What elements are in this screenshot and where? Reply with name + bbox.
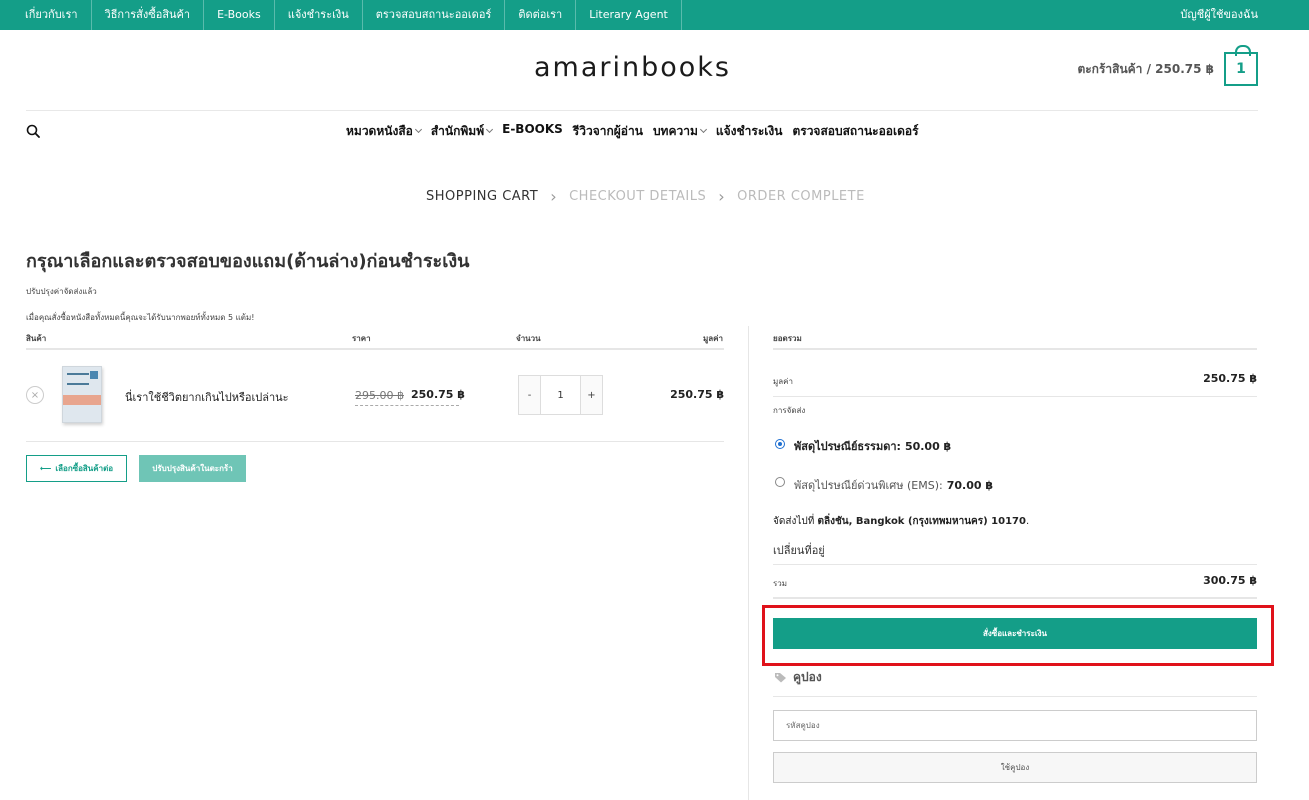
header-cart[interactable]: ตะกร้าสินค้า / 250.75 ฿ 1: [1077, 45, 1258, 86]
shipping-label: การจัดส่ง: [773, 406, 806, 415]
nav-label: บทความ: [652, 124, 698, 138]
shipping-option-standard[interactable]: พัสดุไปรษณีย์ธรรมดา: 50.00 ฿: [794, 437, 951, 455]
cart-bag-icon[interactable]: 1: [1224, 45, 1258, 86]
column-divider: [748, 326, 749, 800]
cart-label: ตะกร้าสินค้า / 250.75 ฿: [1077, 61, 1214, 76]
col-header-price: ราคา: [352, 334, 371, 343]
subtotal-value: 250.75 ฿: [1203, 372, 1257, 385]
col-header-qty: จำนวน: [516, 334, 541, 343]
nav-reader-reviews[interactable]: รีวิวจากผู้อ่าน: [573, 122, 643, 141]
points-notice: เมื่อคุณสั่งซื้อหนังสือทั้งหมดนี้คุณจะได…: [26, 313, 255, 322]
tag-icon: [775, 673, 786, 683]
apply-coupon-button[interactable]: ใช้คูปอง: [773, 752, 1257, 783]
proceed-to-checkout-button[interactable]: สั่งซื้อและชำระเงิน: [773, 618, 1257, 649]
top-nav-literary-agent[interactable]: Literary Agent: [576, 0, 682, 30]
chevron-down-icon: [414, 125, 422, 134]
coupon-divider: [773, 696, 1257, 697]
shipping-option-label: พัสดุไปรษณีย์ด่วนพิเศษ (EMS):: [794, 479, 943, 492]
cover-illustration: [63, 395, 101, 405]
shipping-option-label: พัสดุไปรษณีย์ธรรมดา:: [794, 440, 901, 453]
search-icon[interactable]: [26, 124, 40, 138]
product-thumbnail[interactable]: [62, 366, 102, 423]
cart-count: 1: [1236, 61, 1246, 77]
shipping-option-standard-radio[interactable]: [775, 439, 785, 449]
arrow-left-icon: ⟵: [39, 464, 52, 473]
cover-title-art: [67, 373, 89, 385]
nav-label: สำนักพิมพ์: [430, 124, 485, 138]
nav-publishers[interactable]: สำนักพิมพ์: [430, 122, 494, 141]
step-shopping-cart[interactable]: SHOPPING CART: [426, 189, 538, 204]
shipping-option-ems-radio[interactable]: [775, 477, 785, 487]
quantity-stepper: - +: [518, 375, 603, 415]
cover-tag-art: [90, 371, 98, 379]
update-cart-button[interactable]: ปรับปรุงสินค้าในตะกร้า: [139, 455, 246, 482]
header-divider: [26, 110, 1258, 111]
qty-input[interactable]: [541, 376, 580, 414]
table-row-divider: [26, 441, 724, 442]
coupon-heading: คูปอง: [774, 668, 822, 687]
top-nav-how-to-order[interactable]: วิธีการสั่งซื้อสินค้า: [92, 0, 205, 30]
nav-label: หมวดหนังสือ: [346, 124, 413, 138]
total-value: 300.75 ฿: [1203, 574, 1257, 587]
my-account-link[interactable]: บัญชีผู้ใช้ของฉัน: [1180, 0, 1258, 30]
nav-book-categories[interactable]: หมวดหนังสือ: [346, 122, 422, 141]
ship-to-address: ตลิ่งชัน, Bangkok (กรุงเทพมหานคร) 10170: [817, 516, 1026, 527]
subtotal-divider: [773, 396, 1257, 397]
top-nav-payment-notify[interactable]: แจ้งชำระเงิน: [275, 0, 363, 30]
chevron-down-icon: [699, 125, 707, 134]
chevron-down-icon: [486, 125, 494, 134]
top-nav: เกี่ยวกับเรา วิธีการสั่งซื้อสินค้า E-Boo…: [12, 0, 682, 30]
product-name-link[interactable]: นี่เราใช้ชีวิตยากเกินไปหรือเปล่านะ: [125, 388, 289, 406]
price-sale: 250.75 ฿: [411, 388, 465, 401]
chevron-right-icon: ›: [550, 187, 558, 206]
change-address-link[interactable]: เปลี่ยนที่อยู่: [773, 541, 825, 559]
subtotal-label: มูลค่า: [773, 377, 794, 386]
main-nav: หมวดหนังสือ สำนักพิมพ์ E-BOOKS รีวิวจากผ…: [346, 122, 919, 141]
qty-decrease-button[interactable]: -: [519, 376, 541, 414]
col-header-subtotal: มูลค่า: [703, 334, 724, 343]
site-logo[interactable]: amarinbooks: [534, 52, 731, 83]
shipping-divider: [773, 564, 1257, 565]
ship-to-suffix: .: [1025, 516, 1030, 527]
cart-totals-heading: ยอดรวม: [773, 334, 802, 343]
shipping-destination: จัดส่งไปที่ ตลิ่งชัน, Bangkok (กรุงเทพมห…: [773, 514, 1029, 529]
price-underline: [355, 405, 459, 406]
line-subtotal: 250.75 ฿: [670, 388, 724, 401]
total-divider: [773, 597, 1257, 599]
chevron-right-icon: ›: [718, 187, 726, 206]
top-nav-order-status[interactable]: ตรวจสอบสถานะออเดอร์: [363, 0, 506, 30]
shipping-option-price: 70.00 ฿: [946, 479, 994, 492]
ship-to-prefix: จัดส่งไปที่: [773, 516, 815, 527]
top-bar: เกี่ยวกับเรา วิธีการสั่งซื้อสินค้า E-Boo…: [0, 0, 1309, 30]
totals-header-divider: [773, 348, 1257, 350]
checkout-steps: SHOPPING CART › CHECKOUT DETAILS › ORDER…: [426, 187, 865, 206]
page-title: กรุณาเลือกและตรวจสอบของแถม(ด้านล่าง)ก่อน…: [26, 251, 470, 272]
total-label: รวม: [773, 579, 788, 588]
top-nav-ebooks[interactable]: E-Books: [204, 0, 275, 30]
nav-order-status[interactable]: ตรวจสอบสถานะออเดอร์: [792, 122, 918, 141]
price-original: 295.00 ฿: [355, 389, 404, 402]
shipping-option-price: 50.00 ฿: [904, 440, 952, 453]
coupon-heading-label: คูปอง: [793, 670, 822, 684]
top-nav-contact[interactable]: ติดต่อเรา: [505, 0, 577, 30]
table-header-divider: [26, 348, 724, 350]
qty-increase-button[interactable]: +: [580, 376, 602, 414]
shipping-option-ems[interactable]: พัสดุไปรษณีย์ด่วนพิเศษ (EMS): 70.00 ฿: [794, 476, 993, 494]
col-header-product: สินค้า: [26, 334, 47, 343]
nav-ebooks[interactable]: E-BOOKS: [502, 122, 563, 141]
step-checkout-details[interactable]: CHECKOUT DETAILS: [569, 189, 706, 204]
step-order-complete: ORDER COMPLETE: [737, 189, 865, 204]
shipping-updated-notice: ปรับปรุงค่าจัดส่งแล้ว: [26, 287, 97, 296]
nav-payment-notify[interactable]: แจ้งชำระเงิน: [716, 122, 783, 141]
nav-articles[interactable]: บทความ: [652, 122, 707, 141]
remove-item-button[interactable]: ×: [26, 386, 44, 404]
continue-shopping-button[interactable]: ⟵ เลือกซื้อสินค้าต่อ: [26, 455, 127, 482]
top-nav-about[interactable]: เกี่ยวกับเรา: [12, 0, 92, 30]
continue-shopping-label: เลือกซื้อสินค้าต่อ: [55, 464, 114, 473]
coupon-code-input[interactable]: [773, 710, 1257, 741]
